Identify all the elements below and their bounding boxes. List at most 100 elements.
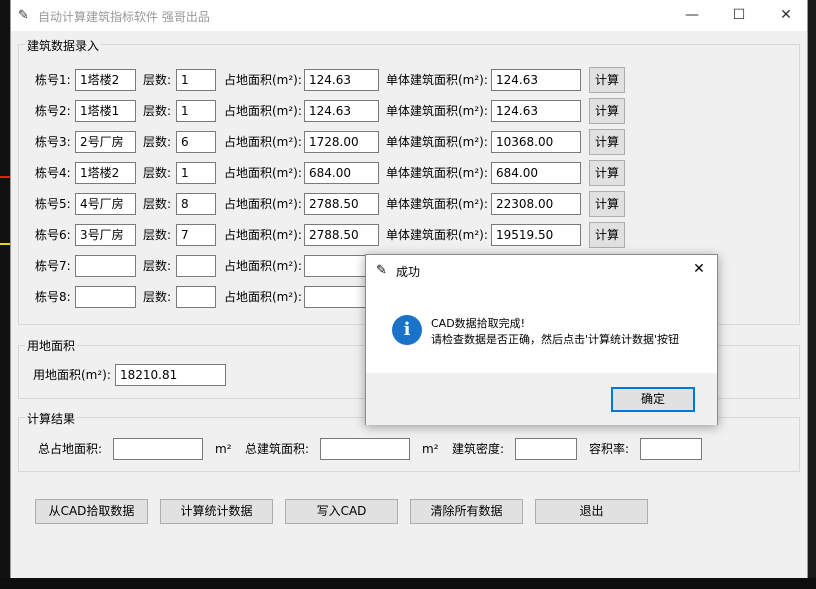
building-input[interactable]: 1塔楼2 (75, 69, 136, 91)
dialog-title: 成功 (396, 265, 421, 279)
building-input[interactable] (75, 255, 136, 277)
calc-stats-button[interactable]: 计算统计数据 (160, 499, 273, 524)
building-area-label: 单体建筑面积(m²): (386, 73, 488, 87)
background-cad-area (0, 0, 10, 589)
floors-label: 层数: (143, 73, 172, 87)
building-label: 栋号6: (35, 228, 71, 242)
floors-input[interactable] (176, 286, 216, 308)
total-area-output[interactable] (320, 438, 410, 460)
floors-input[interactable]: 8 (176, 193, 216, 215)
building-input[interactable]: 3号厂房 (75, 224, 136, 246)
calculate-button[interactable]: 计算 (589, 222, 625, 248)
land-area-group-label: 用地面积 (25, 337, 78, 354)
building-area-label: 单体建筑面积(m²): (386, 104, 488, 118)
floors-label: 层数: (143, 259, 172, 273)
density-output[interactable] (515, 438, 577, 460)
footprint-input[interactable]: 124.63 (304, 69, 379, 91)
calculate-button[interactable]: 计算 (589, 67, 625, 93)
building-input[interactable]: 2号厂房 (75, 131, 136, 153)
total-area-label: 总建筑面积: (245, 442, 310, 456)
land-area-label: 用地面积(m²): (33, 368, 111, 382)
building-label: 栋号3: (35, 135, 71, 149)
building-label: 栋号5: (35, 197, 71, 211)
building-label: 栋号1: (35, 73, 71, 87)
footprint-label: 占地面积(m²): (224, 73, 302, 87)
ok-button[interactable]: 确定 (611, 387, 695, 412)
building-input[interactable]: 4号厂房 (75, 193, 136, 215)
building-area-input[interactable]: 10368.00 (491, 131, 581, 153)
floors-input[interactable]: 7 (176, 224, 216, 246)
info-icon: i (392, 315, 422, 345)
cad-line (0, 176, 10, 178)
floors-input[interactable]: 6 (176, 131, 216, 153)
floors-input[interactable]: 1 (176, 100, 216, 122)
building-label: 栋号2: (35, 104, 71, 118)
pick-cad-data-button[interactable]: 从CAD拾取数据 (35, 499, 148, 524)
results-group-label: 计算结果 (25, 410, 78, 427)
building-input[interactable]: 1塔楼1 (75, 100, 136, 122)
calculate-button[interactable]: 计算 (589, 98, 625, 124)
floors-input[interactable]: 1 (176, 162, 216, 184)
dialog-message-line2: 请检查数据是否正确，然后点击'计算统计数据'按钮 (431, 333, 680, 346)
far-label: 容积率: (589, 442, 630, 456)
building-area-label: 单体建筑面积(m²): (386, 166, 488, 180)
land-area-input[interactable]: 18210.81 (115, 364, 226, 386)
footprint-label: 占地面积(m²): (224, 135, 302, 149)
app-feather-icon: ✎ (18, 8, 29, 23)
footprint-input[interactable]: 2788.50 (304, 193, 379, 215)
footprint-input[interactable]: 2788.50 (304, 224, 379, 246)
footprint-input[interactable]: 1728.00 (304, 131, 379, 153)
building-area-input[interactable]: 684.00 (491, 162, 581, 184)
title-bar: ✎ 自动计算建筑指标软件 强哥出品 — ☐ ✕ (11, 0, 807, 31)
building-input[interactable]: 1塔楼2 (75, 162, 136, 184)
building-label: 栋号4: (35, 166, 71, 180)
building-area-input[interactable]: 124.63 (491, 100, 581, 122)
total-footprint-output[interactable] (113, 438, 203, 460)
footprint-label: 占地面积(m²): (224, 197, 302, 211)
clear-all-button[interactable]: 清除所有数据 (410, 499, 523, 524)
building-area-input[interactable]: 19519.50 (491, 224, 581, 246)
footprint-label: 占地面积(m²): (224, 290, 302, 304)
background-cad-bottom (0, 578, 816, 589)
minimize-button[interactable]: — (669, 0, 715, 31)
success-dialog: ✎ 成功 ✕ i CAD数据拾取完成! 请检查数据是否正确，然后点击'计算统计数… (365, 254, 718, 425)
dialog-message-line1: CAD数据拾取完成! (431, 317, 526, 330)
window-title: 自动计算建筑指标软件 强哥出品 (38, 10, 210, 24)
building-area-input[interactable]: 124.63 (491, 69, 581, 91)
footprint-label: 占地面积(m²): (224, 228, 302, 242)
close-button[interactable]: ✕ (763, 0, 809, 31)
unit-label: m² (215, 442, 232, 456)
building-area-label: 单体建筑面积(m²): (386, 228, 488, 242)
unit-label: m² (422, 442, 439, 456)
building-input[interactable] (75, 286, 136, 308)
footprint-input[interactable]: 684.00 (304, 162, 379, 184)
footprint-label: 占地面积(m²): (224, 166, 302, 180)
floors-label: 层数: (143, 228, 172, 242)
footprint-label: 占地面积(m²): (224, 259, 302, 273)
calculate-button[interactable]: 计算 (589, 129, 625, 155)
floors-label: 层数: (143, 104, 172, 118)
write-cad-button[interactable]: 写入CAD (285, 499, 398, 524)
floors-label: 层数: (143, 135, 172, 149)
far-output[interactable] (640, 438, 702, 460)
building-area-label: 单体建筑面积(m²): (386, 197, 488, 211)
cad-line (0, 243, 10, 245)
total-footprint-label: 总占地面积: (38, 442, 103, 456)
maximize-button[interactable]: ☐ (716, 0, 762, 31)
exit-button[interactable]: 退出 (535, 499, 648, 524)
dialog-close-button[interactable]: ✕ (687, 257, 711, 281)
floors-label: 层数: (143, 197, 172, 211)
building-label: 栋号7: (35, 259, 71, 273)
data-entry-group-label: 建筑数据录入 (25, 37, 102, 54)
dialog-feather-icon: ✎ (376, 263, 387, 278)
building-label: 栋号8: (35, 290, 71, 304)
floors-input[interactable] (176, 255, 216, 277)
floors-input[interactable]: 1 (176, 69, 216, 91)
footprint-input[interactable]: 124.63 (304, 100, 379, 122)
calculate-button[interactable]: 计算 (589, 191, 625, 217)
calculate-button[interactable]: 计算 (589, 160, 625, 186)
building-area-label: 单体建筑面积(m²): (386, 135, 488, 149)
building-area-input[interactable]: 22308.00 (491, 193, 581, 215)
floors-label: 层数: (143, 290, 172, 304)
footprint-label: 占地面积(m²): (224, 104, 302, 118)
